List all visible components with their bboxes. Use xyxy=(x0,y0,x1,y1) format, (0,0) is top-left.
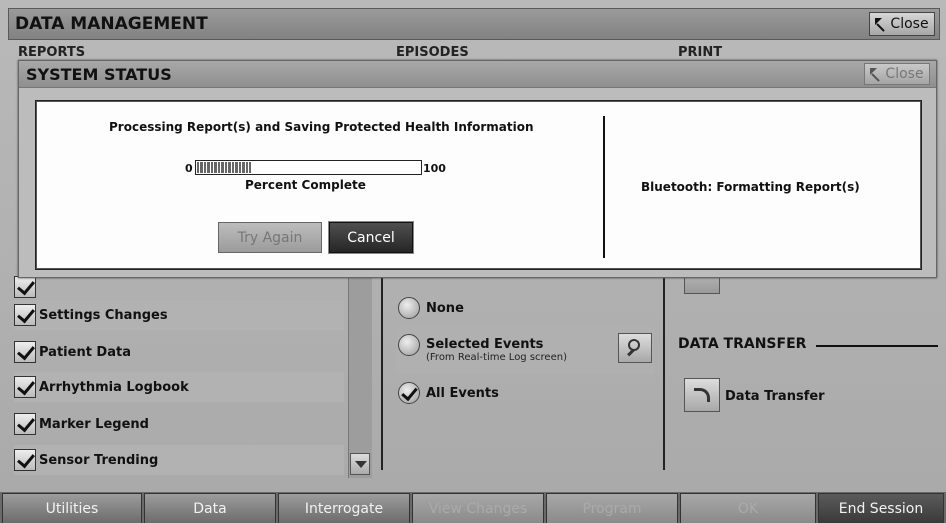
report-item-settings-changes[interactable]: Settings Changes xyxy=(14,300,344,330)
report-item-patient-data[interactable]: Patient Data xyxy=(14,337,344,367)
section-rule xyxy=(816,345,938,347)
data-transfer-button[interactable] xyxy=(684,378,720,412)
dialog-header: SYSTEM STATUS Close xyxy=(19,61,936,88)
cancel-button[interactable]: Cancel xyxy=(328,221,414,254)
bluetooth-status: Bluetooth: Formatting Report(s) xyxy=(641,180,860,194)
close-arrow-icon xyxy=(875,18,887,30)
report-item-label: Sensor Trending xyxy=(39,452,159,468)
end-session-button[interactable]: End Session xyxy=(818,493,944,523)
processing-message: Processing Report(s) and Saving Protecte… xyxy=(109,120,534,134)
episode-option-all-events[interactable]: All Events xyxy=(398,382,499,404)
report-item-label: Arrhythmia Logbook xyxy=(39,379,189,395)
section-episodes: EPISODES xyxy=(396,45,469,60)
scroll-down-button[interactable] xyxy=(350,453,370,475)
radio-icon[interactable] xyxy=(398,334,420,356)
progress-max-label: 100 xyxy=(423,162,446,175)
checkbox-icon[interactable] xyxy=(14,276,36,298)
transfer-arrow-icon xyxy=(694,388,710,402)
radio-selected-icon[interactable] xyxy=(398,382,420,404)
magnifier-handle xyxy=(627,348,635,357)
try-again-button[interactable]: Try Again xyxy=(218,222,322,253)
close-label: Close xyxy=(890,16,929,32)
utilities-button[interactable]: Utilities xyxy=(2,493,142,523)
data-transfer-label: Data Transfer xyxy=(725,389,825,404)
report-item-sensor-trending[interactable]: Sensor Trending xyxy=(14,445,344,475)
divider xyxy=(663,270,665,470)
data-button[interactable]: Data xyxy=(144,493,276,523)
screen-header: DATA MANAGEMENT Close xyxy=(8,8,940,40)
progress-bar xyxy=(195,160,422,175)
view-changes-button[interactable]: View Changes xyxy=(412,493,544,523)
interrogate-button[interactable]: Interrogate xyxy=(278,493,410,523)
dialog-close-button[interactable]: Close xyxy=(864,63,930,85)
episode-option-label: All Events xyxy=(426,386,499,401)
bottom-toolbar: Utilities Data Interrogate View Changes … xyxy=(0,492,946,523)
report-item-label: Settings Changes xyxy=(39,307,168,323)
view-events-button[interactable] xyxy=(618,333,652,363)
divider xyxy=(603,116,605,258)
program-button[interactable]: Program xyxy=(546,493,678,523)
close-arrow-icon xyxy=(870,68,882,80)
episode-option-label: Selected Events (From Real-time Log scre… xyxy=(426,337,567,363)
progress-caption: Percent Complete xyxy=(245,178,366,192)
close-label: Close xyxy=(885,66,924,82)
report-item-arrhythmia-logbook[interactable]: Arrhythmia Logbook xyxy=(14,372,344,402)
checkbox-icon[interactable] xyxy=(14,341,36,363)
ok-button[interactable]: OK xyxy=(680,493,816,523)
checkbox-icon[interactable] xyxy=(14,376,36,398)
system-status-dialog: SYSTEM STATUS Close Processing Report(s)… xyxy=(18,60,937,278)
dialog-body: Processing Report(s) and Saving Protecte… xyxy=(35,100,922,270)
section-print: PRINT xyxy=(678,45,723,60)
reports-scrollbar[interactable] xyxy=(348,270,372,478)
report-item-label: Patient Data xyxy=(39,344,131,360)
progress-min-label: 0 xyxy=(185,162,193,175)
dialog-title: SYSTEM STATUS xyxy=(26,65,172,84)
close-button[interactable]: Close xyxy=(869,12,935,36)
checkbox-icon[interactable] xyxy=(14,449,36,471)
section-reports: REPORTS xyxy=(18,45,86,60)
checkbox-icon[interactable] xyxy=(14,413,36,435)
divider xyxy=(381,270,383,470)
episode-option-label: None xyxy=(426,301,464,316)
section-data-transfer: DATA TRANSFER xyxy=(678,336,807,352)
checkbox-icon[interactable] xyxy=(14,304,36,326)
page-title: DATA MANAGEMENT xyxy=(15,14,208,34)
report-item-label: Marker Legend xyxy=(39,416,149,432)
progress-fill xyxy=(197,162,251,173)
episode-option-selected-events[interactable]: Selected Events (From Real-time Log scre… xyxy=(398,334,567,363)
report-item-marker-legend[interactable]: Marker Legend xyxy=(14,409,344,439)
episode-option-none[interactable]: None xyxy=(398,297,464,319)
selected-events-text: Selected Events xyxy=(426,337,544,352)
radio-icon[interactable] xyxy=(398,297,420,319)
selected-events-subtext: (From Real-time Log screen) xyxy=(426,352,567,363)
